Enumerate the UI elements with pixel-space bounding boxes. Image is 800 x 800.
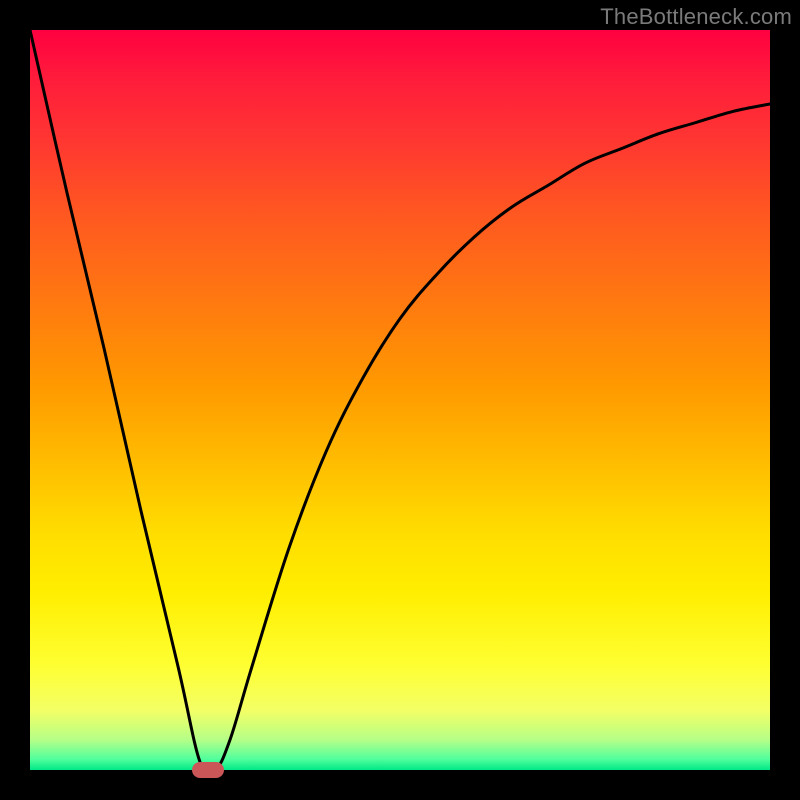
bottleneck-curve-path — [30, 30, 770, 770]
chart-plot-area — [30, 30, 770, 770]
watermark-text: TheBottleneck.com — [600, 4, 792, 30]
curve-svg — [30, 30, 770, 770]
chart-frame: TheBottleneck.com — [0, 0, 800, 800]
optimum-marker — [192, 762, 224, 778]
